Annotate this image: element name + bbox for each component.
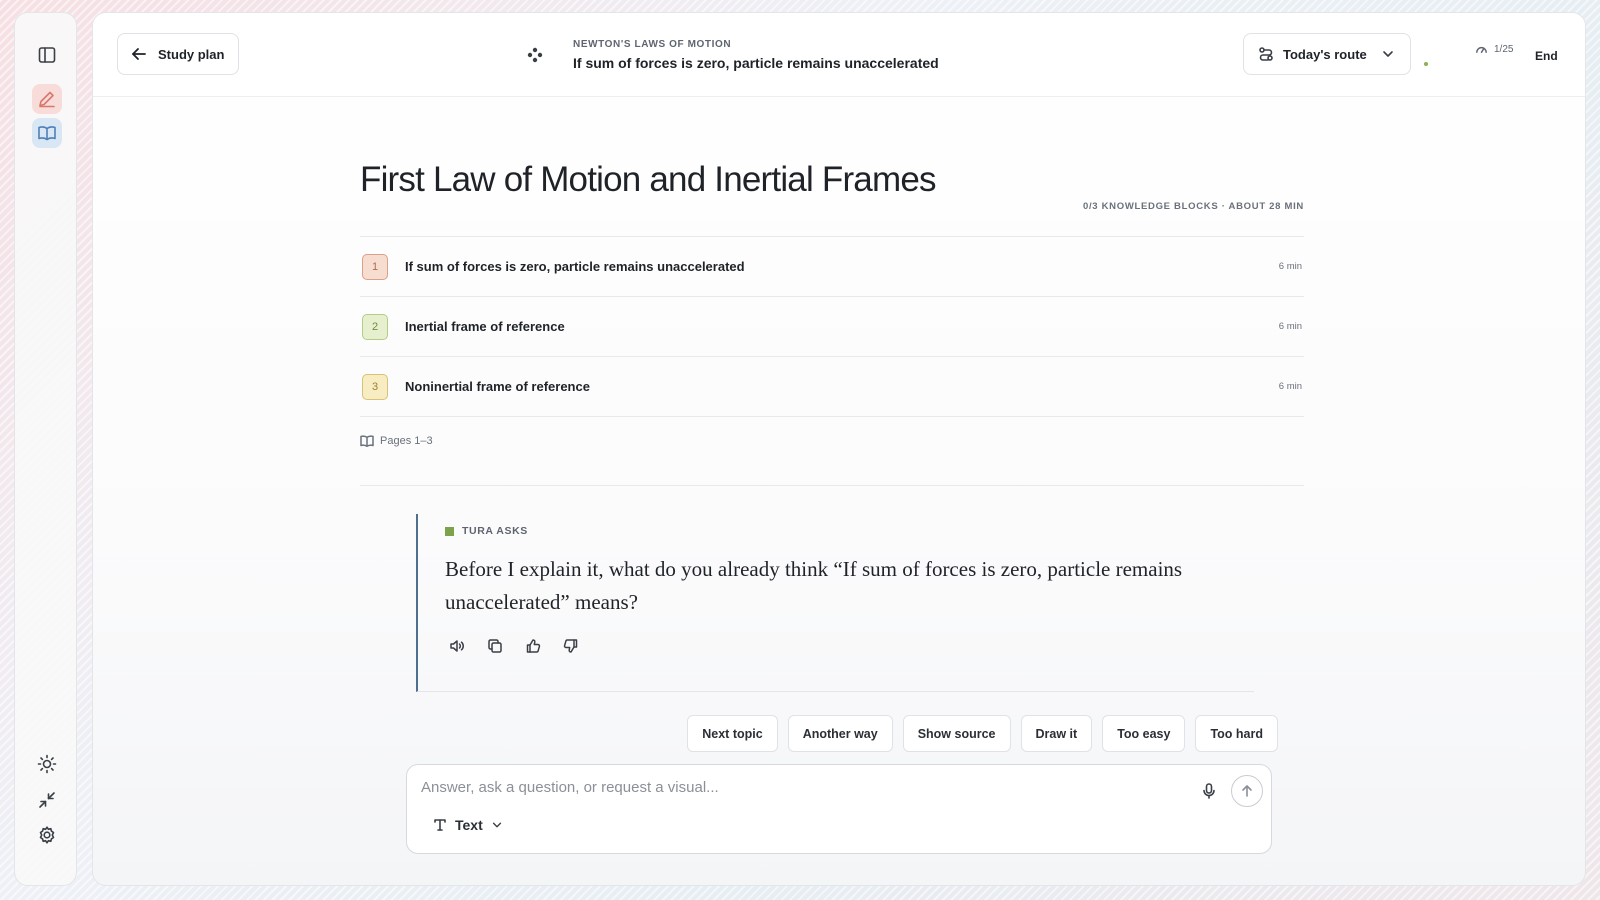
notes-button[interactable] (32, 84, 62, 114)
thumbs-up-icon (526, 639, 541, 653)
thumbs-up-button[interactable] (525, 638, 541, 654)
quick-reply-chip[interactable]: Too easy (1102, 715, 1186, 752)
gear-icon (39, 826, 55, 844)
message-actions (449, 638, 579, 654)
book-icon (360, 435, 374, 448)
route-icon (1259, 47, 1273, 61)
message-input[interactable] (421, 779, 1161, 796)
block-number-badge: 2 (362, 313, 388, 340)
knowledge-blocks-list: 1 If sum of forces is zero, particle rema… (360, 236, 1304, 417)
quick-reply-chip[interactable]: Draw it (1020, 715, 1093, 752)
tutor-square-icon (445, 526, 454, 536)
knowledge-block-row[interactable]: 1 If sum of forces is zero, particle rema… (360, 237, 1304, 297)
quick-reply-chip[interactable]: Another way (787, 715, 893, 752)
message-composer: Text (406, 764, 1272, 854)
chevron-down-icon (492, 822, 501, 828)
tutor-tag-label: TURA ASKS (462, 525, 528, 537)
study-plan-back-button[interactable]: Study plan (117, 33, 240, 75)
topic-map-icon (527, 47, 543, 63)
block-duration: 6 min (1278, 261, 1302, 272)
unit-kicker: NEWTON'S LAWS OF MOTION (573, 39, 732, 50)
chevron-down-icon (1383, 51, 1393, 57)
voice-input-button[interactable] (1200, 782, 1218, 800)
todays-route-dropdown[interactable]: Today's route (1243, 33, 1411, 75)
thumbs-down-icon (563, 639, 578, 653)
read-aloud-button[interactable] (449, 638, 465, 654)
lesson-meta: 0/3 KNOWLEDGE BLOCKS · ABOUT 28 MIN (1082, 201, 1304, 212)
settings-button[interactable] (32, 820, 62, 850)
quick-reply-chips: Next topic Another way Show source Draw it T… (687, 715, 1278, 752)
end-session-button[interactable]: End (1535, 49, 1558, 63)
send-button[interactable] (1231, 775, 1263, 807)
book-open-icon (38, 126, 56, 141)
copy-button[interactable] (487, 638, 503, 654)
copy-icon (488, 639, 502, 653)
text-format-icon (434, 819, 446, 831)
input-mode-label: Text (455, 817, 483, 833)
section-divider (360, 485, 1304, 486)
current-topic-title: If sum of forces is zero, particle remai… (573, 55, 939, 71)
gauge-icon (1476, 46, 1487, 54)
back-button-label: Study plan (158, 46, 225, 62)
collapse-button[interactable] (32, 785, 62, 815)
block-label: Inertial frame of reference (405, 319, 565, 334)
tutor-question-card: TURA ASKS Before I explain it, what do y… (416, 514, 1254, 692)
theme-toggle-button[interactable] (32, 749, 62, 779)
speaker-icon (450, 640, 464, 652)
sun-icon (37, 754, 57, 774)
pen-icon (39, 91, 55, 108)
thumbs-down-button[interactable] (563, 638, 579, 654)
minimize-icon (39, 792, 55, 808)
input-mode-dropdown[interactable]: Text (433, 817, 503, 833)
lesson-title: First Law of Motion and Inertial Frames (360, 160, 937, 199)
session-progress: 1/25 (1475, 43, 1513, 56)
route-label: Today's route (1283, 46, 1367, 62)
sidebar-icon (38, 47, 56, 63)
block-label: Noninertial frame of reference (405, 379, 590, 394)
knowledge-block-row[interactable]: 2 Inertial frame of reference 6 min (360, 297, 1304, 357)
quick-reply-chip[interactable]: Next topic (687, 715, 778, 752)
main-panel: Study plan NEWTON'S LAWS OF MOTION If su… (92, 12, 1586, 886)
progress-count: 1/25 (1494, 44, 1514, 55)
block-number-badge: 3 (362, 373, 388, 400)
microphone-icon (1203, 783, 1215, 799)
pages-reference[interactable]: Pages 1–3 (360, 434, 433, 448)
arrow-left-icon (132, 48, 146, 60)
toggle-sidebar-button[interactable] (32, 40, 62, 70)
quick-reply-chip[interactable]: Show source (902, 715, 1011, 752)
block-duration: 6 min (1278, 321, 1302, 332)
left-rail (14, 12, 77, 886)
block-label: If sum of forces is zero, particle remai… (405, 259, 745, 274)
quick-reply-chip[interactable]: Too hard (1195, 715, 1278, 752)
tutor-question-text: Before I explain it, what do you already… (445, 557, 1183, 614)
study-book-button[interactable] (32, 118, 62, 148)
knowledge-block-row[interactable]: 3 Noninertial frame of reference 6 min (360, 357, 1304, 417)
status-dot (1424, 62, 1428, 66)
arrow-up-icon (1242, 785, 1252, 797)
block-number-badge: 1 (362, 253, 388, 280)
tutor-tag: TURA ASKS (445, 525, 528, 537)
top-bar: Study plan NEWTON'S LAWS OF MOTION If su… (93, 13, 1585, 97)
block-duration: 6 min (1278, 381, 1302, 392)
pages-label: Pages 1–3 (380, 435, 433, 447)
